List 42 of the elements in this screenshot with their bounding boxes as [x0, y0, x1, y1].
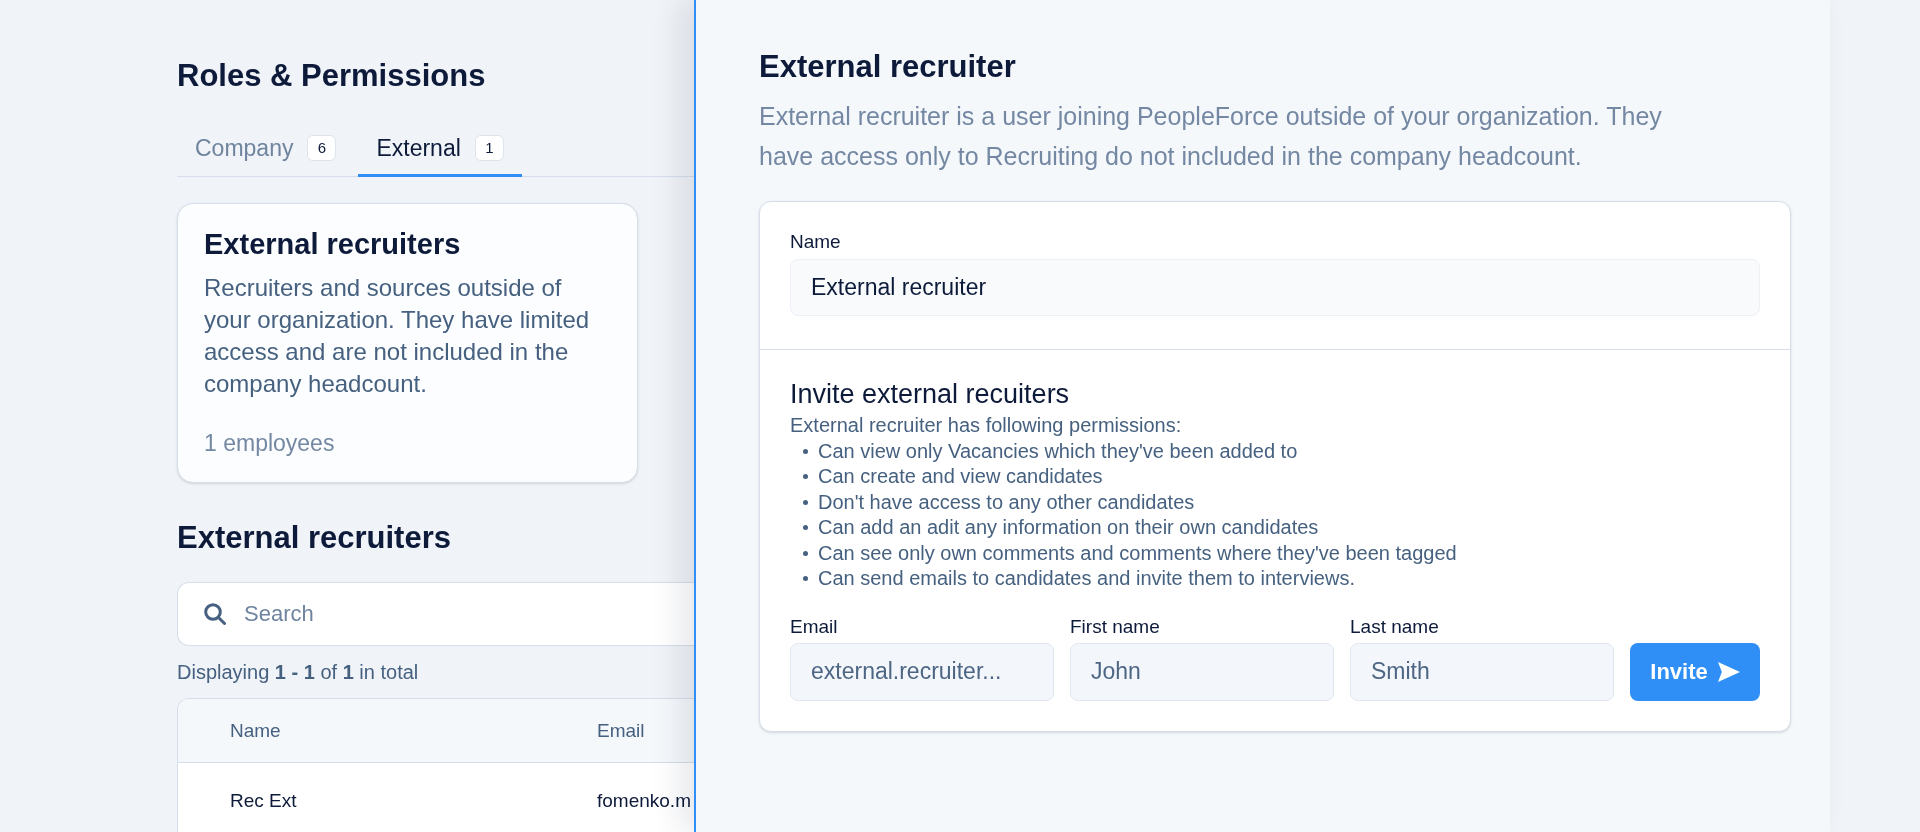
role-title: External recruiters — [204, 228, 462, 260]
tab[interactable]: External 1 — [358, 120, 522, 177]
bullet-icon — [803, 474, 808, 480]
page-title: Roles & Permissions — [177, 58, 487, 94]
permission-item: Can add an adit any information on their own candidates — [818, 515, 1319, 540]
permission-item: Can create and view candidates — [818, 464, 1103, 489]
panel-description: External recruiter is a user joining PeopleForce outside of your organization. They have access only to Recruiting do not included in the company headcount. — [759, 101, 1663, 172]
input-field[interactable]: Smith — [1350, 642, 1614, 701]
panel-title: External recruiter — [759, 49, 1017, 85]
table-cell-text: Rec Ext — [230, 789, 298, 813]
search-icon — [204, 603, 226, 625]
permission-item: Can view only Vacancies which they've been added to — [818, 438, 1298, 464]
permission-item: Don't have access to any other candidates — [818, 489, 1195, 515]
role-description: Recruiters and sources outside of your organization. They have limited access and are not included in the company headcount. — [204, 273, 591, 399]
permission-item: Can send emails to candidates and invite them to interviews. — [818, 566, 1355, 591]
send-icon — [1717, 661, 1740, 682]
tab[interactable]: Company 6 — [177, 120, 355, 177]
column-header: Name — [230, 718, 282, 743]
bullet-icon — [803, 525, 808, 531]
field-label: Last name — [1350, 615, 1440, 638]
count-badge: 1 — [474, 135, 504, 161]
field-label: Name — [790, 231, 842, 253]
name-input[interactable]: External recruiter — [790, 259, 1760, 316]
field-label: Email — [790, 615, 839, 638]
section-title: External recruiters — [177, 520, 452, 556]
bullet-icon — [803, 448, 808, 454]
employee-count: 1 employees — [204, 429, 336, 457]
input-field[interactable]: John — [1070, 642, 1334, 701]
invite-title: Invite external recuiters — [790, 379, 1071, 409]
permissions-intro: External recruiter has following permissions: — [790, 413, 1183, 438]
permission-item: Can see only own comments and comments where they've been tagged — [818, 540, 1457, 566]
table-cell-text: fomenko.m — [597, 789, 692, 813]
count-badge: 6 — [307, 135, 337, 161]
field-label: First name — [1070, 615, 1161, 638]
input-field[interactable]: external.recruiter... — [790, 642, 1054, 701]
bullet-icon — [803, 550, 808, 556]
results-summary: Displaying 1 - 1 of 1 in total — [177, 661, 420, 683]
bullet-icon — [803, 576, 808, 582]
bullet-icon — [803, 499, 808, 505]
search-field[interactable]: Search — [177, 582, 694, 646]
column-header: Email — [597, 718, 646, 743]
role-card[interactable]: External recruiters Recruiters and sources outside of your organization. They have limited access and are not included in the company headcount. 1 employees — [177, 203, 638, 483]
